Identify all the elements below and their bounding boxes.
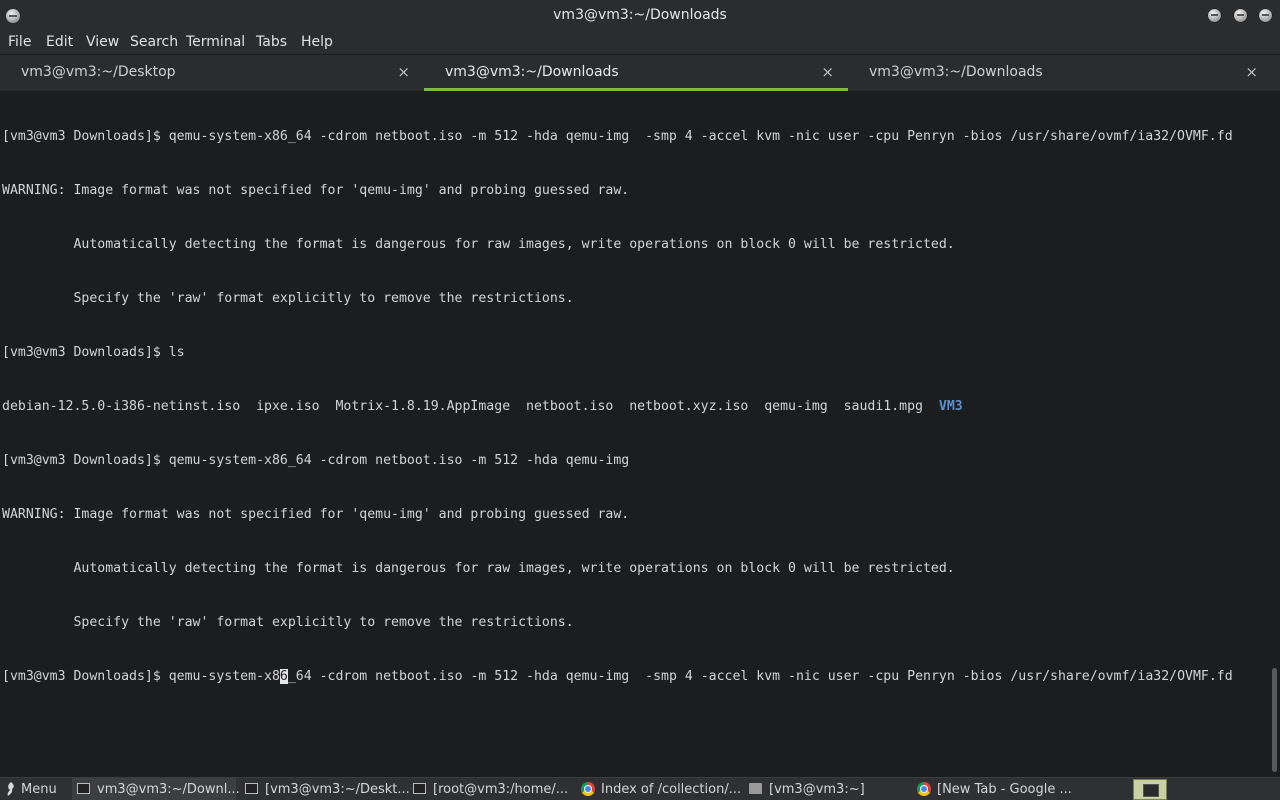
- prompt-text-after-cursor: _64 -cdrom netboot.iso -m 512 -hda qemu-…: [287, 669, 1233, 684]
- tab-downloads[interactable]: vm3@vm3:~/Downloads ×: [848, 55, 1272, 91]
- ls-directory: VM3: [938, 399, 963, 414]
- terminal-icon: [77, 783, 90, 794]
- terminal-line: Automatically detecting the format is da…: [2, 561, 955, 576]
- terminal-prompt-line[interactable]: [vm3@vm3 Downloads]$ qemu-system-x86_64 …: [0, 668, 1268, 686]
- tray-terminal-icon[interactable]: [1133, 779, 1167, 800]
- text-cursor: 6: [279, 669, 288, 684]
- taskbar-item-label: [New Tab - Google ...: [937, 782, 1072, 797]
- tab-downloads-active[interactable]: vm3@vm3:~/Downloads ×: [424, 55, 848, 91]
- menu-file[interactable]: File: [8, 34, 31, 50]
- taskbar-item-label: vm3@vm3:~/Downl...: [97, 782, 240, 797]
- menu-tabs[interactable]: Tabs: [256, 34, 287, 50]
- terminal-line: WARNING: Image format was not specified …: [2, 183, 630, 198]
- ls-files: debian-12.5.0-i386-netinst.iso ipxe.iso …: [2, 399, 939, 414]
- scrollbar-thumb[interactable]: [1272, 668, 1277, 772]
- tab-bar: vm3@vm3:~/Desktop × vm3@vm3:~/Downloads …: [0, 55, 1280, 92]
- menu-search[interactable]: Search: [130, 34, 178, 50]
- window-title: vm3@vm3:~/Downloads: [553, 7, 727, 23]
- terminal-line: WARNING: Image format was not specified …: [2, 507, 630, 522]
- taskbar-item-chrome-newtab[interactable]: [New Tab - Google ...: [912, 778, 1076, 800]
- menu-edit[interactable]: Edit: [46, 34, 73, 50]
- minimize-button[interactable]: [1207, 8, 1222, 23]
- tab-close-icon[interactable]: ×: [821, 63, 834, 81]
- terminal-icon: [245, 783, 258, 794]
- taskbar: Menu vm3@vm3:~/Downl... [vm3@vm3:~/Deskt…: [0, 777, 1280, 800]
- tab-desktop[interactable]: vm3@vm3:~/Desktop ×: [0, 55, 424, 91]
- taskbar-item-terminal-downloads[interactable]: vm3@vm3:~/Downl...: [72, 778, 240, 800]
- tab-label: vm3@vm3:~/Downloads: [445, 64, 619, 80]
- tab-label: vm3@vm3:~/Downloads: [869, 64, 1043, 80]
- terminal-line: Specify the 'raw' format explicitly to r…: [2, 291, 574, 306]
- taskbar-item-label: [root@vm3:/home/...: [433, 782, 569, 797]
- taskbar-item-label: [vm3@vm3:~]: [769, 782, 865, 797]
- start-menu-button[interactable]: Menu: [0, 778, 64, 800]
- terminal-line: [vm3@vm3 Downloads]$ qemu-system-x86_64 …: [2, 453, 630, 468]
- folder-icon: [749, 783, 762, 794]
- terminal-line: [vm3@vm3 Downloads]$ ls: [2, 345, 185, 360]
- tab-close-icon[interactable]: ×: [397, 63, 410, 81]
- menubar: File Edit View Search Terminal Tabs Help: [0, 32, 1280, 54]
- taskbar-item-terminal-root[interactable]: [root@vm3:/home/...: [408, 778, 572, 800]
- desktop: vm3@vm3:~/Downloads File Edit View Searc…: [0, 0, 1280, 800]
- close-window-button[interactable]: [1258, 8, 1273, 23]
- taskbar-item-folder[interactable]: [vm3@vm3:~]: [744, 778, 908, 800]
- terminal-icon: [1143, 784, 1159, 797]
- taskbar-item-chrome-index[interactable]: Index of /collection/...: [576, 778, 742, 800]
- ls-output-line: debian-12.5.0-i386-netinst.iso ipxe.iso …: [0, 398, 1268, 416]
- window-titlebar[interactable]: vm3@vm3:~/Downloads: [0, 0, 1280, 32]
- tab-label: vm3@vm3:~/Desktop: [21, 64, 176, 80]
- terminal-line: [vm3@vm3 Downloads]$ qemu-system-x86_64 …: [2, 129, 1233, 144]
- terminal-output[interactable]: [vm3@vm3 Downloads]$ qemu-system-x86_64 …: [0, 92, 1268, 776]
- terminal-line: Specify the 'raw' format explicitly to r…: [2, 615, 574, 630]
- menu-terminal[interactable]: Terminal: [186, 34, 245, 50]
- chrome-icon: [581, 782, 595, 796]
- menu-view[interactable]: View: [86, 34, 119, 50]
- terminal-icon: [413, 783, 426, 794]
- taskbar-item-label: Index of /collection/...: [601, 782, 742, 797]
- maximize-button[interactable]: [1233, 8, 1248, 23]
- taskbar-item-label: [vm3@vm3:~/Deskt...: [265, 782, 410, 797]
- tab-close-icon[interactable]: ×: [1245, 63, 1258, 81]
- chrome-icon: [917, 782, 931, 796]
- app-menu-icon: [7, 782, 14, 796]
- taskbar-item-terminal-desktop[interactable]: [vm3@vm3:~/Deskt...: [240, 778, 410, 800]
- menu-help[interactable]: Help: [301, 34, 333, 50]
- menu-label: Menu: [21, 782, 57, 797]
- prompt-text-before-cursor: [vm3@vm3 Downloads]$ qemu-system-x8: [2, 669, 280, 684]
- terminal-line: Automatically detecting the format is da…: [2, 237, 955, 252]
- terminal-scrollbar[interactable]: [1268, 92, 1280, 776]
